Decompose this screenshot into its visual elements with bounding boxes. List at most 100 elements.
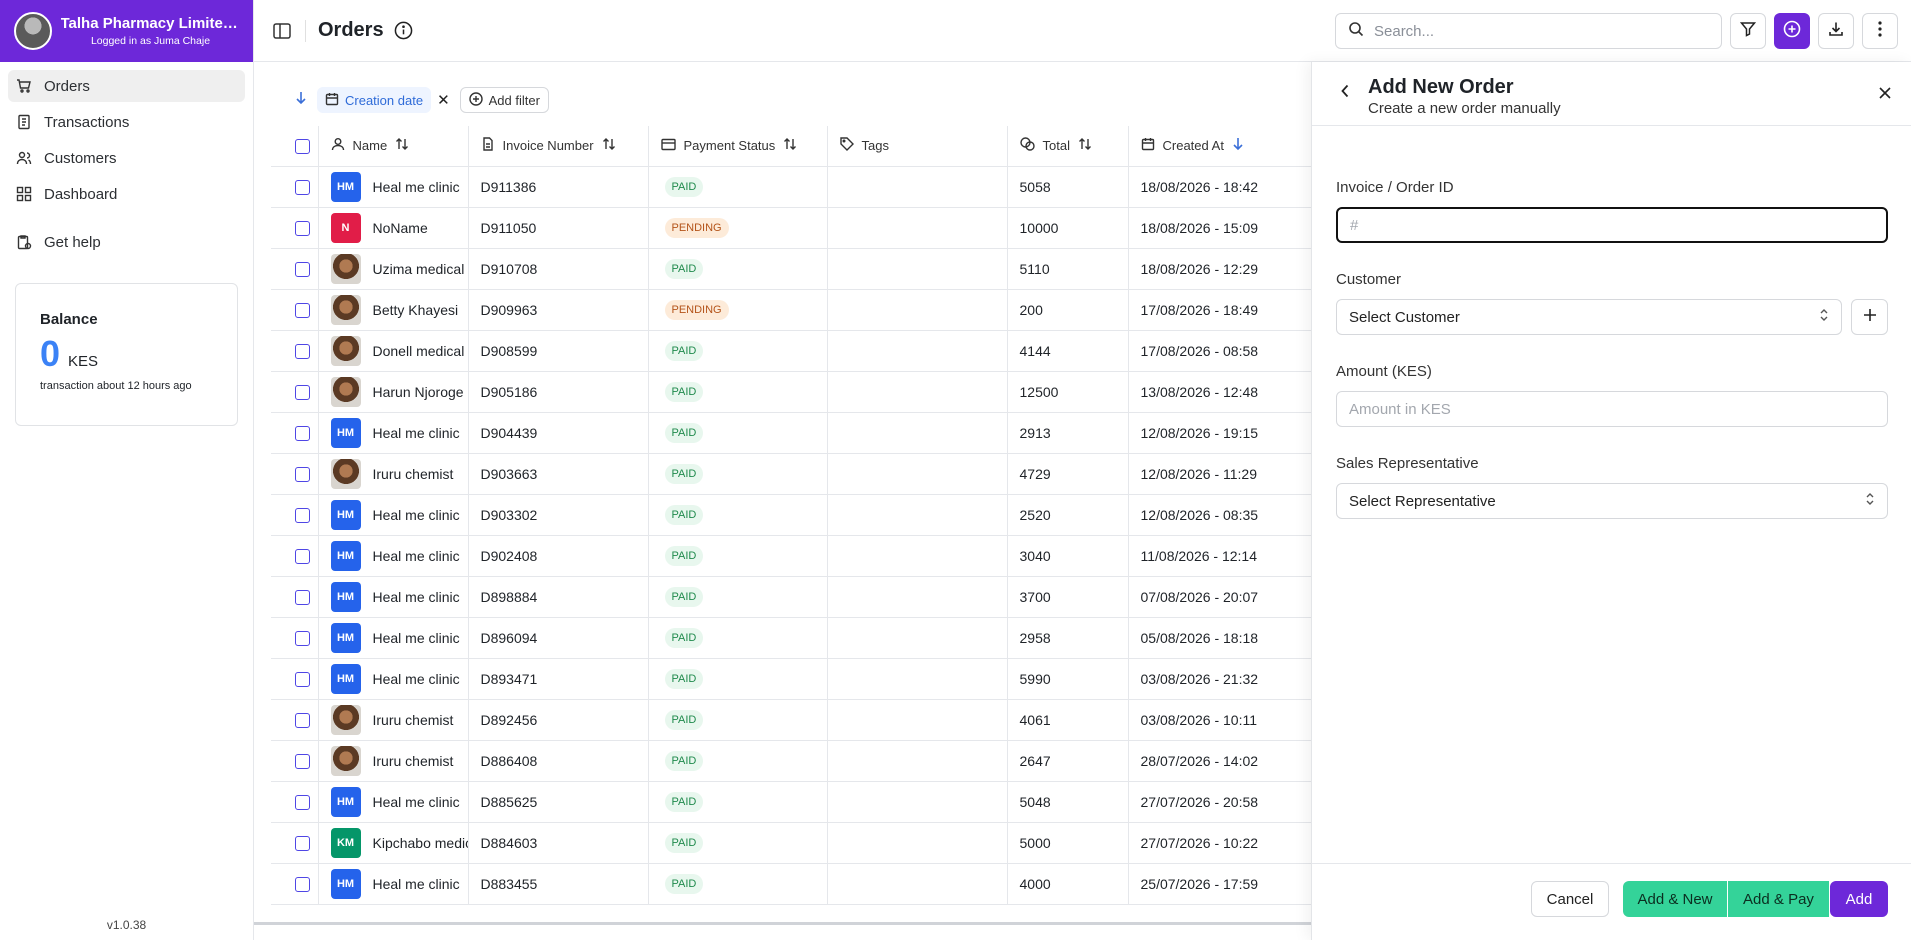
add-button[interactable]: Add bbox=[1830, 881, 1888, 917]
sort-direction-icon[interactable] bbox=[295, 91, 317, 109]
table-row[interactable]: HM Heal me clinic D904439 PAID 2913 12/08/202… bbox=[271, 412, 1311, 454]
table-row[interactable]: Iruru chemist D892456 PAID 4061 03/08/2026 -… bbox=[271, 699, 1311, 741]
column-total[interactable]: Total bbox=[1006, 126, 1128, 167]
amount-field[interactable] bbox=[1336, 391, 1888, 427]
row-checkbox[interactable] bbox=[295, 794, 310, 810]
row-checkbox[interactable] bbox=[295, 589, 310, 605]
sort-desc-icon[interactable] bbox=[1232, 137, 1244, 154]
add-customer-button[interactable] bbox=[1851, 299, 1888, 335]
row-checkbox[interactable] bbox=[295, 630, 310, 646]
customer-name[interactable]: Heal me clinic bbox=[373, 794, 460, 810]
table-row[interactable]: HM Heal me clinic D903302 PAID 2520 12/08/202… bbox=[271, 494, 1311, 536]
more-options-button[interactable] bbox=[1862, 13, 1898, 49]
row-checkbox[interactable] bbox=[295, 712, 310, 728]
row-checkbox[interactable] bbox=[295, 179, 310, 195]
add-order-button[interactable] bbox=[1774, 13, 1810, 49]
sidebar-item-transactions[interactable]: Transactions bbox=[8, 106, 245, 138]
add-and-pay-button[interactable]: Add & Pay bbox=[1728, 881, 1829, 917]
table-row[interactable]: Iruru chemist D903663 PAID 4729 12/08/2026 -… bbox=[271, 453, 1311, 495]
remove-filter-icon[interactable]: ✕ bbox=[437, 91, 450, 109]
row-checkbox[interactable] bbox=[295, 507, 310, 523]
info-icon[interactable] bbox=[394, 21, 413, 40]
row-checkbox[interactable] bbox=[295, 425, 310, 441]
table-row[interactable]: Betty Khayesi D909963 PENDING 200 17/08/2026… bbox=[271, 289, 1311, 331]
customer-name[interactable]: Heal me clinic bbox=[373, 179, 460, 195]
row-checkbox[interactable] bbox=[295, 876, 310, 892]
amount-input[interactable] bbox=[1349, 400, 1875, 418]
column-name[interactable]: Name bbox=[317, 126, 468, 167]
row-checkbox[interactable] bbox=[295, 220, 310, 236]
table-row[interactable]: KM Kipchabo medicalD884603 PAID 500027/07/2… bbox=[271, 822, 1311, 864]
column-invoice-number[interactable]: Invoice Number bbox=[467, 126, 648, 167]
column-created-at[interactable]: Created At bbox=[1127, 126, 1311, 167]
customer-name[interactable]: Heal me clinic bbox=[373, 425, 460, 441]
sort-icon[interactable] bbox=[783, 137, 797, 154]
customer-name[interactable]: NoName bbox=[373, 220, 428, 236]
sort-icon[interactable] bbox=[602, 137, 616, 154]
table-row[interactable]: Harun Njoroge D905186 PAID 12500 13/08/2026 … bbox=[271, 371, 1311, 413]
customer-name[interactable]: Harun Njoroge bbox=[373, 384, 464, 400]
sidebar-item-orders[interactable]: Orders bbox=[8, 70, 245, 102]
get-help-link[interactable]: Get help bbox=[8, 226, 245, 258]
sort-icon[interactable] bbox=[1078, 137, 1092, 154]
customer-select[interactable]: Select Customer bbox=[1336, 299, 1842, 335]
table-row[interactable]: HM Heal me clinic D902408 PAID 3040 11/08/202… bbox=[271, 535, 1311, 577]
filter-button[interactable] bbox=[1730, 13, 1766, 49]
search-input[interactable] bbox=[1374, 22, 1704, 40]
sidebar-item-dashboard[interactable]: Dashboard bbox=[8, 178, 245, 210]
customer-name[interactable]: Iruru chemist bbox=[373, 712, 454, 728]
table-row[interactable]: HM Heal me clinic D896094 PAID 2958 05/08/202… bbox=[271, 617, 1311, 659]
row-checkbox[interactable] bbox=[295, 384, 310, 400]
customer-name[interactable]: Heal me clinic bbox=[373, 671, 460, 687]
invoice-id-input[interactable] bbox=[1350, 216, 1874, 234]
sales-rep-select[interactable]: Select Representative bbox=[1336, 483, 1888, 519]
table-row[interactable]: HM Heal me clinic D883455 PAID 4000 25/07/202… bbox=[271, 863, 1311, 905]
customer-name[interactable]: Kipchabo medical bbox=[373, 835, 469, 851]
table-row[interactable]: HM Heal me clinic D911386 PAID 5058 18/08/202… bbox=[271, 166, 1311, 208]
customer-name[interactable]: Iruru chemist bbox=[373, 466, 454, 482]
table-row[interactable]: N NoName D911050 PENDING 10000 18/08/2026 - 1… bbox=[271, 207, 1311, 249]
row-checkbox[interactable] bbox=[295, 548, 310, 564]
table-row[interactable]: HM Heal me clinic D885625 PAID 5048 27/07/202… bbox=[271, 781, 1311, 823]
table-row[interactable]: Donell medical D908599 PAID 4144 17/08/2026 … bbox=[271, 330, 1311, 372]
cancel-button[interactable]: Cancel bbox=[1531, 881, 1609, 917]
row-checkbox[interactable] bbox=[295, 261, 310, 277]
customer-name[interactable]: Betty Khayesi bbox=[373, 302, 459, 318]
invoice-number: D905186 bbox=[467, 371, 648, 413]
row-checkbox[interactable] bbox=[295, 343, 310, 359]
close-icon[interactable] bbox=[1879, 86, 1891, 103]
row-checkbox[interactable] bbox=[295, 466, 310, 482]
customer-name[interactable]: Heal me clinic bbox=[373, 630, 460, 646]
search-box[interactable] bbox=[1335, 13, 1722, 49]
back-chevron-icon[interactable] bbox=[1340, 84, 1356, 102]
download-button[interactable] bbox=[1818, 13, 1854, 49]
customer-name[interactable]: Heal me clinic bbox=[373, 589, 460, 605]
customer-name[interactable]: Heal me clinic bbox=[373, 507, 460, 523]
row-checkbox[interactable] bbox=[295, 671, 310, 687]
column-payment-status[interactable]: Payment Status bbox=[647, 126, 827, 167]
invoice-id-field[interactable] bbox=[1336, 207, 1888, 243]
table-row[interactable]: HM Heal me clinic D898884 PAID 3700 07/08/202… bbox=[271, 576, 1311, 618]
sidebar-item-customers[interactable]: Customers bbox=[8, 142, 245, 174]
org-switcher[interactable]: Talha Pharmacy Limited -... Logged in as… bbox=[0, 0, 253, 62]
customer-name[interactable]: Iruru chemist bbox=[373, 753, 454, 769]
add-filter-button[interactable]: Add filter bbox=[459, 87, 549, 113]
customer-name[interactable]: Heal me clinic bbox=[373, 876, 460, 892]
row-checkbox[interactable] bbox=[295, 753, 310, 769]
customer-name[interactable]: Uzima medical bbox=[373, 261, 465, 277]
table-row[interactable]: Iruru chemist D886408 PAID 2647 28/07/2026 -… bbox=[271, 740, 1311, 782]
column-tags[interactable]: Tags bbox=[826, 126, 1007, 167]
customer-name[interactable]: Donell medical bbox=[373, 343, 465, 359]
horizontal-scrollbar[interactable] bbox=[254, 922, 1311, 925]
row-checkbox[interactable] bbox=[295, 302, 310, 318]
sort-icon[interactable] bbox=[395, 137, 409, 154]
table-row[interactable]: HM Heal me clinic D893471 PAID 5990 03/08/202… bbox=[271, 658, 1311, 700]
table-row[interactable]: Uzima medical D910708 PAID 5110 18/08/2026 -… bbox=[271, 248, 1311, 290]
add-and-new-button[interactable]: Add & New bbox=[1623, 881, 1727, 917]
filter-chip-creation-date[interactable]: Creation date bbox=[317, 87, 432, 113]
customer-name[interactable]: Heal me clinic bbox=[373, 548, 460, 564]
select-all-checkbox[interactable] bbox=[295, 138, 310, 154]
row-checkbox[interactable] bbox=[295, 835, 310, 851]
receipt-icon bbox=[16, 114, 32, 130]
sidebar-toggle-icon[interactable] bbox=[271, 20, 293, 42]
